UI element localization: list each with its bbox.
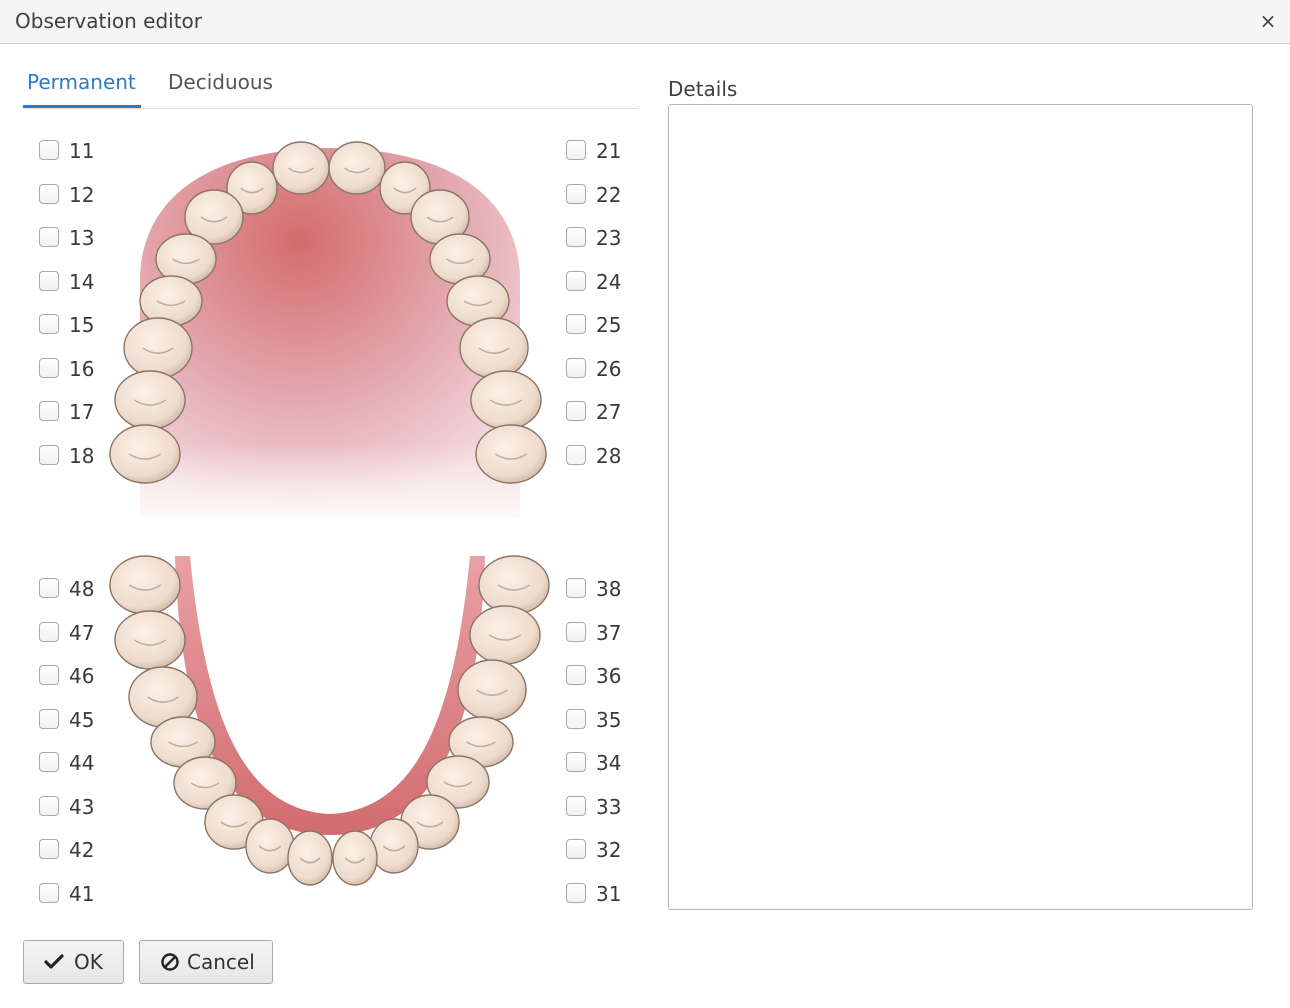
tooth-number-label: 23 — [596, 226, 622, 250]
dialog-titlebar: Observation editor × — [0, 0, 1290, 44]
tooth-number-label: 31 — [596, 882, 622, 906]
tooth-number-label: 11 — [69, 139, 95, 163]
details-textarea[interactable] — [668, 104, 1253, 910]
tooth-shape — [109, 555, 181, 615]
tooth-checkbox[interactable] — [566, 314, 586, 334]
tab-permanent[interactable]: Permanent — [27, 70, 136, 94]
tooth-number-label: 42 — [69, 838, 95, 862]
tooth-checkbox[interactable] — [39, 227, 59, 247]
tooth-shape — [369, 818, 419, 874]
tooth-number-label: 37 — [596, 621, 622, 645]
tooth-checkbox[interactable] — [566, 622, 586, 642]
tooth-number-label: 38 — [596, 577, 622, 601]
tooth-checkbox[interactable] — [39, 622, 59, 642]
tooth-number-label: 16 — [69, 357, 95, 381]
tooth-number-label: 24 — [596, 270, 622, 294]
tooth-checkbox[interactable] — [566, 445, 586, 465]
tooth-checkbox[interactable] — [39, 271, 59, 291]
tooth-number-label: 36 — [596, 664, 622, 688]
tooth-checkbox[interactable] — [566, 796, 586, 816]
tooth-number-label: 14 — [69, 270, 95, 294]
tooth-shape — [114, 370, 186, 430]
tooth-checkbox[interactable] — [566, 227, 586, 247]
tooth-checkbox[interactable] — [566, 184, 586, 204]
tab-deciduous[interactable]: Deciduous — [168, 70, 273, 94]
dialog-title: Observation editor — [15, 9, 203, 33]
tooth-checkbox[interactable] — [566, 578, 586, 598]
tooth-shape — [478, 555, 550, 615]
tooth-shape — [287, 830, 333, 886]
tooth-number-label: 33 — [596, 795, 622, 819]
tooth-number-label: 28 — [596, 444, 622, 468]
tooth-shape — [328, 141, 386, 195]
tooth-checkbox[interactable] — [39, 752, 59, 772]
tooth-shape — [470, 370, 542, 430]
tooth-shape — [272, 141, 330, 195]
tooth-checkbox[interactable] — [566, 709, 586, 729]
tooth-shape — [475, 424, 547, 484]
tooth-checkbox[interactable] — [39, 796, 59, 816]
tooth-number-label: 44 — [69, 751, 95, 775]
tooth-checkbox[interactable] — [39, 358, 59, 378]
tooth-number-label: 15 — [69, 313, 95, 337]
tooth-number-label: 47 — [69, 621, 95, 645]
tooth-shape — [114, 610, 186, 670]
tooth-number-label: 13 — [69, 226, 95, 250]
tooth-number-label: 35 — [596, 708, 622, 732]
tooth-number-label: 43 — [69, 795, 95, 819]
cancel-button[interactable]: Cancel — [139, 940, 273, 984]
tooth-number-label: 48 — [69, 577, 95, 601]
tooth-checkbox[interactable] — [566, 358, 586, 378]
tooth-shape — [469, 605, 541, 665]
tooth-number-label: 12 — [69, 183, 95, 207]
tooth-checkbox[interactable] — [566, 271, 586, 291]
tooth-checkbox[interactable] — [39, 140, 59, 160]
tooth-number-label: 25 — [596, 313, 622, 337]
ban-icon — [161, 953, 179, 971]
tooth-number-label: 45 — [69, 708, 95, 732]
tooth-checkbox[interactable] — [39, 665, 59, 685]
tooth-checkbox[interactable] — [566, 752, 586, 772]
tooth-checkbox[interactable] — [566, 401, 586, 421]
tooth-shape — [109, 424, 181, 484]
ok-button-label: OK — [74, 950, 103, 974]
tooth-number-label: 18 — [69, 444, 95, 468]
tooth-checkbox[interactable] — [39, 883, 59, 903]
tooth-checkbox[interactable] — [39, 184, 59, 204]
ok-button[interactable]: OK — [23, 940, 124, 984]
tooth-shape — [245, 818, 295, 874]
tooth-shape — [457, 659, 527, 721]
tooth-checkbox[interactable] — [39, 314, 59, 334]
tooth-checkbox[interactable] — [566, 839, 586, 859]
tooth-checkbox[interactable] — [39, 709, 59, 729]
tooth-number-label: 41 — [69, 882, 95, 906]
details-label: Details — [668, 77, 738, 101]
tabs-divider — [23, 108, 638, 109]
tooth-number-label: 27 — [596, 400, 622, 424]
tooth-number-label: 21 — [596, 139, 622, 163]
tooth-number-label: 17 — [69, 400, 95, 424]
tooth-shape — [123, 317, 193, 379]
tooth-checkbox[interactable] — [39, 578, 59, 598]
tooth-checkbox[interactable] — [566, 140, 586, 160]
tooth-number-label: 34 — [596, 751, 622, 775]
tooth-checkbox[interactable] — [39, 401, 59, 421]
close-icon[interactable]: × — [1255, 7, 1281, 35]
tooth-number-label: 26 — [596, 357, 622, 381]
tooth-shape — [332, 830, 378, 886]
tooth-checkbox[interactable] — [39, 445, 59, 465]
dental-chart — [109, 141, 550, 886]
check-icon — [44, 954, 64, 969]
tooth-number-label: 22 — [596, 183, 622, 207]
tooth-shape — [459, 317, 529, 379]
tooth-checkbox[interactable] — [566, 883, 586, 903]
cancel-button-label: Cancel — [187, 950, 255, 974]
tooth-number-label: 46 — [69, 664, 95, 688]
tooth-checkbox[interactable] — [39, 839, 59, 859]
tooth-checkbox[interactable] — [566, 665, 586, 685]
tooth-number-label: 32 — [596, 838, 622, 862]
